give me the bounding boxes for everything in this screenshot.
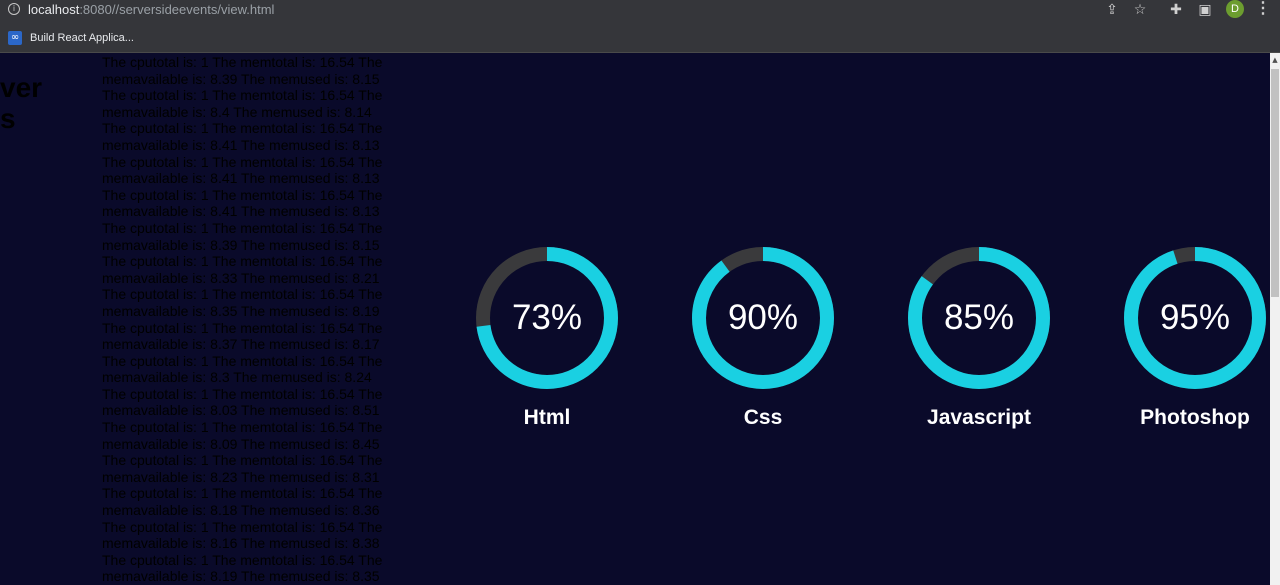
share-icon[interactable]: ⇪: [1102, 0, 1122, 20]
log-line: The cputotal is: 1 The memtotal is: 16.5…: [102, 352, 383, 386]
page-heading-line: server: [0, 72, 43, 103]
progress-ring: 85%: [906, 245, 1052, 391]
scroll-thumb[interactable]: [1271, 69, 1279, 297]
log-line: The cputotal is: 1 The memtotal is: 16.5…: [102, 286, 383, 319]
page-heading-line: s: [0, 103, 16, 134]
log-line: The cputotal is: 1 The memtotal is: 16.5…: [102, 452, 383, 485]
log-line: The cputotal is: 1 The memtotal is: 16.5…: [102, 87, 383, 120]
skill-card: 90% Css: [683, 245, 843, 430]
address-bar[interactable]: localhost:8080//serversideevents/view.ht…: [28, 1, 274, 18]
log-line: The cputotal is: 1 The memtotal is: 16.5…: [102, 518, 383, 552]
skill-card: 95% Photoshop: [1115, 245, 1270, 430]
sidepanel-icon[interactable]: ▣: [1195, 0, 1215, 20]
log-line: The cputotal is: 1 The memtotal is: 16.5…: [102, 485, 383, 519]
bookmark-item[interactable]: ∞ Build React Applica...: [8, 29, 134, 46]
bookmark-label: Build React Applica...: [30, 31, 134, 44]
skill-card: 73% Html: [467, 245, 627, 430]
log-line: The cputotal is: 1 The memtotal is: 16.5…: [102, 419, 383, 452]
skill-name: Css: [743, 406, 783, 429]
skill-percent: 95%: [1159, 298, 1231, 337]
log-line: The cputotal is: 1 The memtotal is: 16.5…: [102, 253, 383, 286]
skill-percent: 73%: [511, 298, 583, 337]
kebab-menu-icon[interactable]: ⋮: [1255, 0, 1271, 20]
log-line: The cputotal is: 1 The memtotal is: 16.5…: [102, 551, 383, 585]
log-line: The cputotal is: 1 The memtotal is: 16.5…: [102, 186, 383, 220]
progress-ring: 95%: [1122, 245, 1268, 391]
extensions-icon[interactable]: ✚: [1166, 0, 1186, 20]
skill-percent: 90%: [727, 298, 799, 337]
log-line: The cputotal is: 1 The memtotal is: 16.5…: [102, 219, 383, 253]
skill-name: Javascript: [927, 406, 1031, 429]
log-line: The cputotal is: 1 The memtotal is: 16.5…: [102, 385, 383, 419]
info-icon[interactable]: i: [8, 3, 20, 15]
infinity-icon: ∞: [8, 30, 22, 45]
progress-ring: 73%: [474, 245, 620, 391]
vertical-scrollbar[interactable]: ▲: [1270, 53, 1280, 585]
skill-name: Photoshop: [1140, 406, 1250, 429]
bookmarks-bar: ∞ Build React Applica...: [0, 21, 1280, 53]
browser-toolbar: i localhost:8080//serversideevents/view.…: [0, 0, 1280, 21]
star-icon[interactable]: ☆: [1130, 0, 1150, 20]
log-line: The cputotal is: 1 The memtotal is: 16.5…: [102, 54, 383, 87]
page-heading: servers: [0, 72, 42, 134]
scroll-up-icon[interactable]: ▲: [1270, 53, 1280, 67]
skill-percent: 85%: [943, 298, 1015, 337]
page-viewport: servers The cputotal is: 1 The memtotal …: [0, 53, 1270, 585]
server-events-log: The cputotal is: 1 The memtotal is: 16.5…: [102, 54, 397, 585]
log-line: The cputotal is: 1 The memtotal is: 16.5…: [102, 120, 383, 153]
skill-name: Html: [523, 406, 571, 429]
log-line: The cputotal is: 1 The memtotal is: 16.5…: [102, 153, 383, 187]
avatar[interactable]: D: [1226, 0, 1244, 18]
log-line: The cputotal is: 1 The memtotal is: 16.5…: [102, 319, 383, 353]
url-host: localhost: [28, 2, 80, 17]
url-path: :8080//serversideevents/view.html: [79, 2, 275, 17]
progress-ring: 90%: [690, 245, 836, 391]
skill-card: 85% Javascript: [899, 245, 1059, 430]
